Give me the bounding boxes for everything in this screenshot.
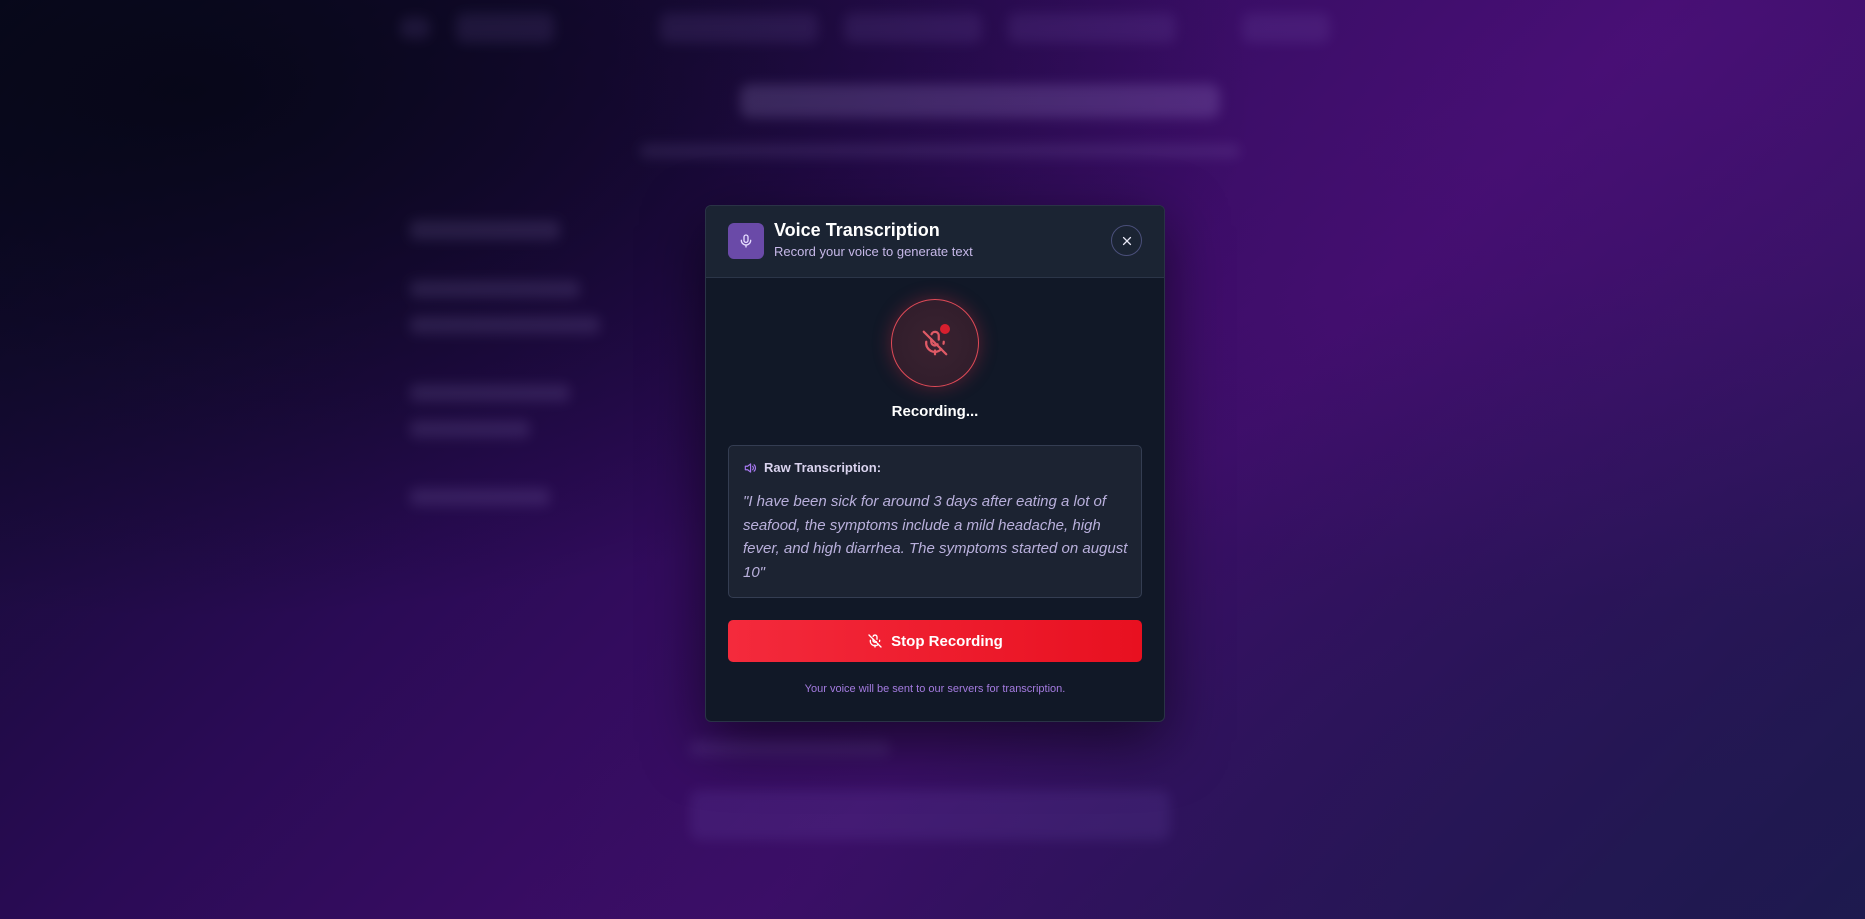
stop-recording-label: Stop Recording [891, 632, 1003, 650]
transcription-header: Raw Transcription: [743, 460, 881, 475]
background-nav [400, 8, 1480, 48]
modal-title: Voice Transcription [774, 220, 940, 240]
recording-indicator [891, 299, 979, 387]
speaker-icon [744, 462, 757, 473]
recording-dot [940, 324, 950, 334]
transcription-text: "I have been sick for around 3 days afte… [743, 493, 1128, 581]
stop-recording-button[interactable]: Stop Recording [728, 620, 1142, 662]
modal-subtitle: Record your voice to generate text [774, 244, 973, 259]
close-icon [1122, 236, 1131, 245]
recording-status: Recording... [891, 403, 979, 420]
transcription-box: Raw Transcription: "I have been sick for… [728, 445, 1142, 598]
background-subtitle [640, 144, 1240, 158]
background-footer-text [690, 740, 890, 756]
transcription-label: Raw Transcription: [764, 460, 882, 475]
modal-header: Voice Transcription Record your voice to… [706, 206, 1164, 278]
background-sidebar [410, 220, 630, 524]
microphone-icon [728, 223, 764, 259]
close-button[interactable] [1111, 225, 1142, 256]
background-footer-bar [690, 790, 1170, 840]
privacy-note: Your voice will be sent to our servers f… [804, 683, 1066, 695]
voice-transcription-modal: Voice Transcription Record your voice to… [705, 205, 1165, 722]
background-title [740, 84, 1220, 118]
microphone-off-icon [868, 634, 882, 648]
